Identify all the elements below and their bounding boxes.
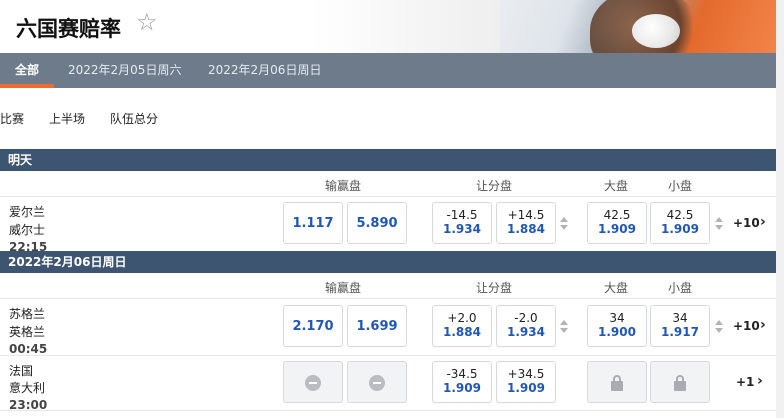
under-odd-locked (650, 361, 710, 403)
handicap-home-odd[interactable]: -14.5 1.934 (432, 202, 492, 244)
more-markets-link[interactable]: +10 (733, 319, 760, 333)
col-under: 小盘 (668, 179, 693, 193)
col-over: 大盘 (604, 281, 629, 295)
home-team: 法国 (9, 364, 34, 378)
subtab-match[interactable]: 比赛 (0, 110, 24, 127)
line-switch-icon[interactable] (560, 217, 568, 231)
over-odd-locked (587, 361, 647, 403)
handicap-away-odd[interactable]: -2.0 1.934 (496, 305, 556, 347)
scrollbar[interactable] (776, 0, 784, 418)
handicap-line: -34.5 (446, 367, 478, 381)
total-line: 42.5 (603, 208, 631, 222)
moneyline-away-odd[interactable]: 1.699 (347, 305, 407, 347)
line-switch-icon[interactable] (715, 320, 723, 334)
page-header: 六国赛赔率 ☆ 全部 2022年2月05日周六 2022年2月06日周日 (0, 0, 776, 88)
odd-price: 1.909 (598, 222, 636, 236)
suspended-icon (369, 375, 385, 391)
moneyline-home-odd[interactable]: 1.117 (283, 202, 343, 244)
col-over: 大盘 (604, 179, 629, 193)
col-moneyline: 输赢盘 (325, 179, 362, 193)
odd-price: 1.934 (507, 325, 545, 339)
hero-rugby-ball-image (632, 14, 680, 48)
handicap-home-odd[interactable]: +2.0 1.884 (432, 305, 492, 347)
chevron-right-icon[interactable]: › (760, 214, 766, 230)
odd-price: 1.884 (507, 222, 545, 236)
under-odd[interactable]: 34 1.917 (650, 305, 710, 347)
subtab-team-totals[interactable]: 队伍总分 (110, 110, 158, 127)
over-odd[interactable]: 34 1.900 (587, 305, 647, 347)
moneyline-away-odd[interactable]: 5.890 (347, 202, 407, 244)
row-divider (0, 410, 776, 411)
odd-price: 5.890 (356, 216, 398, 231)
star-outline-icon[interactable]: ☆ (136, 8, 158, 36)
col-moneyline: 输赢盘 (325, 281, 362, 295)
chevron-right-icon[interactable]: › (757, 373, 763, 389)
total-line: 42.5 (666, 208, 694, 222)
row-divider (0, 196, 776, 197)
home-team: 爱尔兰 (9, 205, 46, 219)
away-team: 威尔士 (9, 223, 46, 237)
odd-price: 1.934 (443, 222, 481, 236)
tab-feb-06[interactable]: 2022年2月06日周日 (208, 53, 321, 88)
lock-icon (611, 375, 623, 391)
more-markets-link[interactable]: +1 (736, 375, 754, 389)
odd-price: 2.170 (292, 319, 334, 334)
handicap-home-odd[interactable]: -34.5 1.909 (432, 361, 492, 403)
moneyline-home-odd[interactable]: 2.170 (283, 305, 343, 347)
suspended-icon (305, 375, 321, 391)
chevron-right-icon[interactable]: › (760, 317, 766, 333)
total-line: 34 (609, 311, 625, 325)
handicap-line: +14.5 (507, 208, 545, 222)
section-header: 2022年2月06日周日 (0, 251, 776, 273)
handicap-line: -2.0 (514, 311, 538, 325)
page-title: 六国赛赔率 (16, 17, 121, 41)
under-odd[interactable]: 42.5 1.909 (650, 202, 710, 244)
odd-price: 1.117 (292, 216, 334, 231)
total-line: 34 (672, 311, 688, 325)
handicap-away-odd[interactable]: +14.5 1.884 (496, 202, 556, 244)
home-team: 苏格兰 (9, 307, 46, 321)
more-markets-link[interactable]: +10 (733, 216, 760, 230)
handicap-away-odd[interactable]: +34.5 1.909 (496, 361, 556, 403)
active-tab-indicator (0, 84, 54, 88)
handicap-line: +34.5 (507, 367, 545, 381)
tab-all[interactable]: 全部 (15, 53, 39, 88)
tab-feb-05[interactable]: 2022年2月05日周六 (68, 53, 181, 88)
section-header: 明天 (0, 149, 776, 171)
col-handicap: 让分盘 (476, 281, 513, 295)
lock-icon (674, 375, 686, 391)
handicap-line: +2.0 (447, 311, 477, 325)
odd-price: 1.699 (356, 319, 398, 334)
col-under: 小盘 (668, 281, 693, 295)
match-time: 00:45 (9, 342, 48, 356)
odd-price: 1.909 (507, 381, 545, 395)
line-switch-icon[interactable] (560, 320, 568, 334)
date-tab-bar: 全部 2022年2月05日周六 2022年2月06日周日 (0, 53, 776, 88)
odd-price: 1.909 (661, 222, 699, 236)
odd-price: 1.884 (443, 325, 481, 339)
col-handicap: 让分盘 (476, 179, 513, 193)
moneyline-away-odd-suspended (347, 361, 407, 403)
over-odd[interactable]: 42.5 1.909 (587, 202, 647, 244)
odd-price: 1.909 (443, 381, 481, 395)
handicap-line: -14.5 (446, 208, 478, 222)
moneyline-home-odd-suspended (283, 361, 343, 403)
away-team: 英格兰 (9, 325, 46, 339)
odd-price: 1.917 (661, 325, 699, 339)
odd-price: 1.900 (598, 325, 636, 339)
row-divider (0, 298, 776, 299)
line-switch-icon[interactable] (715, 217, 723, 231)
row-divider (0, 355, 776, 356)
subtab-first-half[interactable]: 上半场 (49, 110, 85, 127)
away-team: 意大利 (9, 381, 46, 395)
